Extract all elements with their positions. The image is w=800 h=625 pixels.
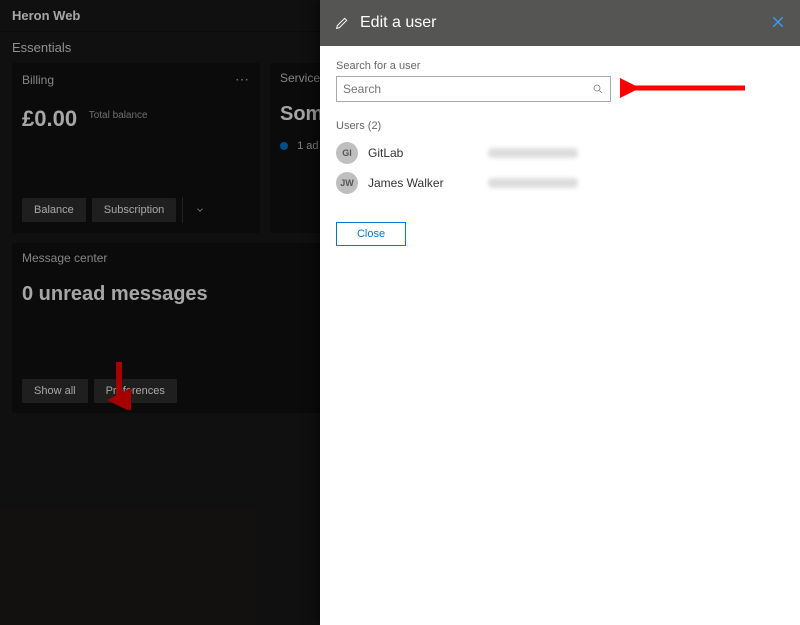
search-icon [592,83,604,95]
user-row[interactable]: JW James Walker [336,168,784,198]
user-email-redacted [488,178,578,188]
search-user-input[interactable] [343,82,592,96]
user-row[interactable]: GI GitLab [336,138,784,168]
avatar: JW [336,172,358,194]
close-button[interactable]: Close [336,222,406,246]
users-list-header: Users (2) [336,120,784,132]
search-user-label: Search for a user [336,60,784,72]
close-panel-button[interactable] [770,14,786,33]
user-email-redacted [488,148,578,158]
user-name: James Walker [368,176,478,190]
pencil-icon [334,15,350,31]
search-user-field[interactable] [336,76,611,102]
user-name: GitLab [368,146,478,160]
close-icon [770,14,786,30]
avatar: GI [336,142,358,164]
annotation-arrow-icon [620,76,750,100]
panel-title: Edit a user [360,14,760,32]
